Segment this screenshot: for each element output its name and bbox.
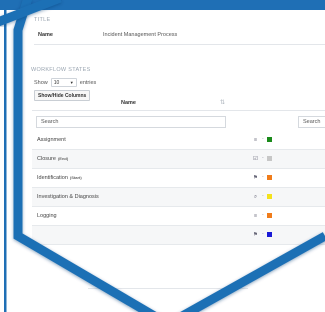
table-row[interactable]: Identification (Start) ⚑ - [32, 169, 325, 188]
checkbox-icon: ☑ [253, 156, 258, 162]
list-icon: ≡ [253, 137, 258, 143]
table-row[interactable]: Logging ≡ - [32, 207, 325, 226]
flag-icon: ⚑ [253, 175, 258, 181]
bottom-divider [88, 288, 248, 289]
table-row[interactable]: ⚑ - [32, 226, 325, 245]
separator-dash: - [262, 231, 264, 237]
page: TITLE Name Incident Management Process W… [0, 0, 325, 312]
state-color-swatch [267, 213, 272, 218]
state-color-swatch [267, 137, 272, 142]
details-divider [34, 44, 325, 45]
state-tag: (Start) [69, 175, 82, 180]
state-name-text: Closure [37, 156, 56, 162]
entries-control: Show 10 ▼ entries [34, 78, 96, 87]
table-row[interactable]: Investigation & Diagnosis ⌕ - [32, 188, 325, 207]
title-section-label: TITLE [34, 17, 51, 23]
state-name-text: Identification [37, 175, 68, 181]
name-label: Name [38, 32, 53, 38]
header-divider [32, 110, 325, 111]
state-name-text: Investigation & Diagnosis [37, 194, 99, 200]
entries-select[interactable]: 10 ▼ [50, 78, 77, 87]
state-color-swatch [267, 175, 272, 180]
column-header-name[interactable]: Name [121, 100, 136, 106]
separator-dash: - [262, 136, 264, 142]
name-search-input[interactable]: Search [36, 116, 226, 128]
state-color-swatch [267, 194, 272, 199]
state-name-text: Logging [37, 213, 57, 219]
state-name-text: Assignment [37, 137, 66, 143]
process-name-value: Incident Management Process [103, 32, 178, 38]
search-icon: ⌕ [253, 193, 258, 200]
table-row[interactable]: Assignment ≡ - [32, 131, 325, 150]
separator-dash: - [262, 174, 264, 180]
sort-icon[interactable]: ⇅ [220, 99, 225, 106]
show-label: Show [34, 79, 48, 86]
state-color-swatch [267, 156, 272, 161]
entries-label: entries [79, 79, 97, 86]
state-name: Assignment [37, 137, 68, 143]
separator-dash: - [262, 155, 264, 161]
list-icon: ≡ [253, 213, 258, 219]
second-column-search-input[interactable]: Search [298, 116, 325, 128]
state-name: Closure (End) [37, 156, 68, 162]
top-bar [0, 0, 325, 10]
state-name: Identification (Start) [37, 175, 82, 181]
state-name [37, 232, 39, 238]
state-name: Investigation & Diagnosis [37, 194, 101, 200]
table-row[interactable]: Closure (End) ☑ - [32, 150, 325, 169]
show-hide-columns-button[interactable]: Show/Hide Columns [34, 90, 91, 101]
state-tag: (End) [57, 156, 69, 161]
flag-icon: ⚑ [253, 232, 258, 238]
workflow-section-label: WORKFLOW STATES [31, 67, 91, 73]
chevron-down-icon: ▼ [69, 80, 74, 85]
separator-dash: - [262, 193, 264, 199]
state-color-swatch [267, 232, 272, 237]
separator-dash: - [262, 212, 264, 218]
state-name: Logging [37, 213, 59, 219]
entries-select-value: 10 [53, 79, 60, 86]
